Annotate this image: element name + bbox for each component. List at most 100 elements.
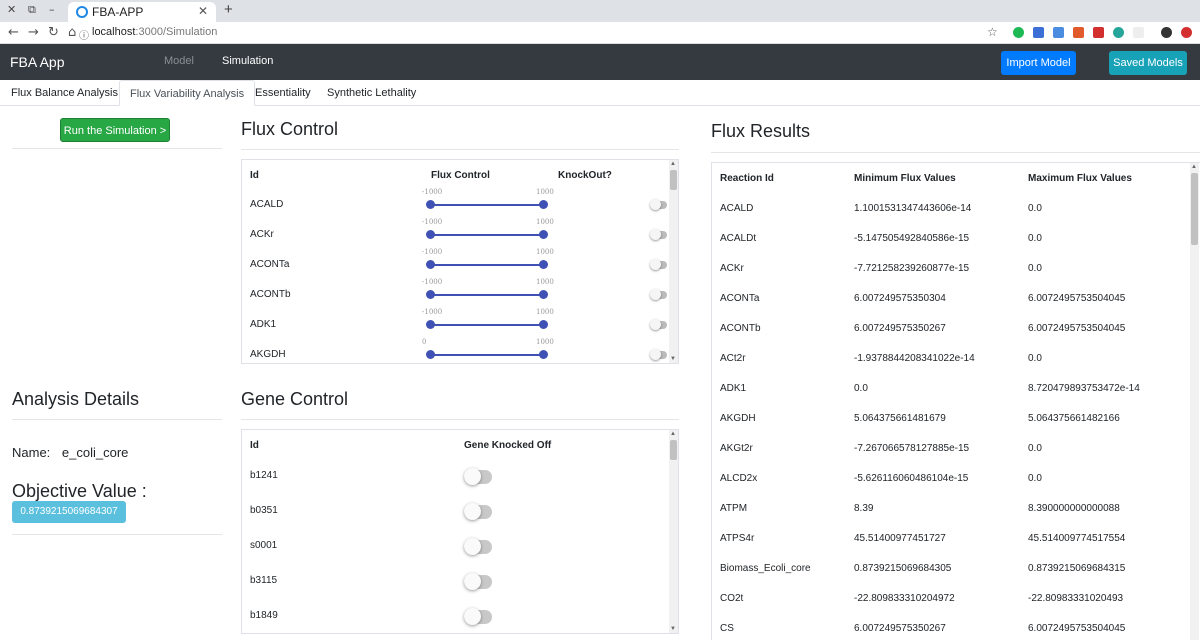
scrollbar-thumb[interactable] — [1191, 173, 1198, 245]
toggle-knob — [650, 199, 661, 210]
divider — [12, 419, 222, 420]
reload-icon[interactable]: ↻ — [48, 25, 59, 40]
extension-icon[interactable] — [1053, 27, 1064, 38]
app-brand[interactable]: FBA App — [10, 54, 64, 70]
nav-link-model[interactable]: Model — [164, 55, 194, 67]
scroll-down-icon[interactable]: ▼ — [670, 356, 676, 362]
slider-max-handle[interactable] — [539, 350, 548, 359]
gene-control-title: Gene Control — [241, 389, 349, 409]
name-label: Name: — [12, 445, 51, 460]
bookmark-star-icon[interactable]: ☆ — [987, 25, 998, 39]
new-tab-icon[interactable]: + — [224, 1, 233, 18]
scrollbar[interactable]: ▲ ▼ — [669, 160, 678, 363]
flux-range-slider[interactable] — [430, 294, 543, 296]
back-icon[interactable]: ← — [8, 25, 19, 40]
scrollbar[interactable]: ▲ — [1190, 163, 1199, 640]
analysis-tabs: Flux Balance Analysis Flux Variability A… — [0, 80, 1200, 106]
browser-tab-title: FBA-APP — [92, 5, 144, 19]
reaction-id: ACKr — [250, 229, 274, 240]
window-restore-icon[interactable]: ⧉ — [28, 3, 36, 17]
result-cell: 5.064375661481679 — [854, 413, 946, 424]
slider-min-label: -1000 — [422, 218, 443, 226]
extension-icon[interactable] — [1073, 27, 1084, 38]
info-icon[interactable]: ⓘ — [79, 27, 89, 42]
tab-close-icon[interactable]: ✕ — [198, 4, 208, 18]
slider-max-handle[interactable] — [539, 320, 548, 329]
gene-id: s0001 — [250, 540, 278, 551]
knockout-toggle[interactable] — [650, 259, 667, 270]
result-cell: 0.0 — [1028, 233, 1042, 244]
extension-icon[interactable] — [1093, 27, 1104, 38]
tab-synthetic-lethality[interactable]: Synthetic Lethality — [317, 80, 426, 106]
knockout-toggle[interactable] — [650, 319, 667, 330]
flux-results-title: Flux Results — [711, 121, 811, 141]
result-cell: 6.0072495753504045 — [1028, 623, 1126, 634]
flux-range-slider[interactable] — [430, 324, 543, 326]
toggle-knob — [650, 259, 661, 270]
saved-models-button[interactable]: Saved Models — [1109, 51, 1187, 75]
flux-range-slider[interactable] — [430, 264, 543, 266]
browser-tab[interactable]: FBA-APP ✕ — [68, 2, 216, 22]
gene-knockout-toggle[interactable] — [464, 468, 492, 485]
window-minimize-icon[interactable]: – — [49, 3, 55, 16]
gene-id: b1849 — [250, 610, 278, 621]
scrollbar-thumb[interactable] — [670, 170, 677, 190]
scrollbar-thumb[interactable] — [670, 440, 677, 460]
result-cell: -5.626116060486104e-15 — [854, 473, 969, 484]
scroll-up-icon[interactable]: ▲ — [670, 431, 676, 437]
result-cell: CS — [720, 623, 734, 634]
result-cell: 1.1001531347443606e-14 — [854, 203, 972, 214]
nav-link-simulation[interactable]: Simulation — [222, 55, 273, 67]
gene-knockout-toggle[interactable] — [464, 608, 492, 625]
tab-flux-balance-analysis[interactable]: Flux Balance Analysis — [1, 80, 128, 106]
react-icon — [76, 6, 88, 18]
url-field[interactable]: localhost:3000/Simulation — [92, 26, 217, 38]
extension-icon[interactable] — [1013, 27, 1024, 38]
slider-max-handle[interactable] — [539, 260, 548, 269]
reaction-id: ACONTa — [250, 259, 290, 270]
gene-knockout-toggle[interactable] — [464, 538, 492, 555]
knockout-toggle[interactable] — [650, 349, 667, 360]
result-cell: 6.007249575350267 — [854, 323, 946, 334]
profile-avatar-icon[interactable] — [1161, 27, 1172, 38]
import-model-button[interactable]: Import Model — [1001, 51, 1076, 75]
flux-range-slider[interactable] — [430, 204, 543, 206]
forward-icon[interactable]: → — [28, 25, 39, 40]
result-cell: 5.064375661482166 — [1028, 413, 1120, 424]
column-header: Id — [250, 170, 259, 181]
extension-icon[interactable] — [1133, 27, 1144, 38]
flux-range-slider[interactable] — [430, 234, 543, 236]
slider-min-handle[interactable] — [426, 230, 435, 239]
slider-max-handle[interactable] — [539, 230, 548, 239]
slider-min-handle[interactable] — [426, 200, 435, 209]
run-simulation-button[interactable]: Run the Simulation > — [60, 118, 170, 142]
slider-min-handle[interactable] — [426, 290, 435, 299]
scroll-down-icon[interactable]: ▼ — [670, 626, 676, 632]
slider-max-handle[interactable] — [539, 290, 548, 299]
window-close-icon[interactable]: ✕ — [7, 3, 16, 16]
gene-knockout-toggle[interactable] — [464, 503, 492, 520]
tab-flux-variability-analysis[interactable]: Flux Variability Analysis — [119, 80, 256, 106]
toggle-knob — [464, 503, 481, 520]
flux-range-slider[interactable] — [430, 354, 543, 356]
extension-icon[interactable] — [1181, 27, 1192, 38]
browser-tab-strip: ✕ ⧉ – FBA-APP ✕ + — [0, 0, 1200, 22]
scroll-up-icon[interactable]: ▲ — [670, 161, 676, 167]
slider-min-handle[interactable] — [426, 320, 435, 329]
gene-knockout-toggle[interactable] — [464, 573, 492, 590]
result-cell: 0.0 — [854, 383, 868, 394]
slider-min-handle[interactable] — [426, 350, 435, 359]
slider-max-handle[interactable] — [539, 200, 548, 209]
knockout-toggle[interactable] — [650, 199, 667, 210]
result-cell: 0.0 — [1028, 473, 1042, 484]
home-icon[interactable]: ⌂ — [68, 25, 76, 40]
tab-essentiality[interactable]: Essentiality — [245, 80, 321, 106]
result-cell: 6.0072495753504045 — [1028, 293, 1126, 304]
scrollbar[interactable]: ▲ ▼ — [669, 430, 678, 633]
slider-min-handle[interactable] — [426, 260, 435, 269]
knockout-toggle[interactable] — [650, 289, 667, 300]
scroll-up-icon[interactable]: ▲ — [1191, 164, 1197, 170]
knockout-toggle[interactable] — [650, 229, 667, 240]
extension-icon[interactable] — [1033, 27, 1044, 38]
extension-icon[interactable] — [1113, 27, 1124, 38]
